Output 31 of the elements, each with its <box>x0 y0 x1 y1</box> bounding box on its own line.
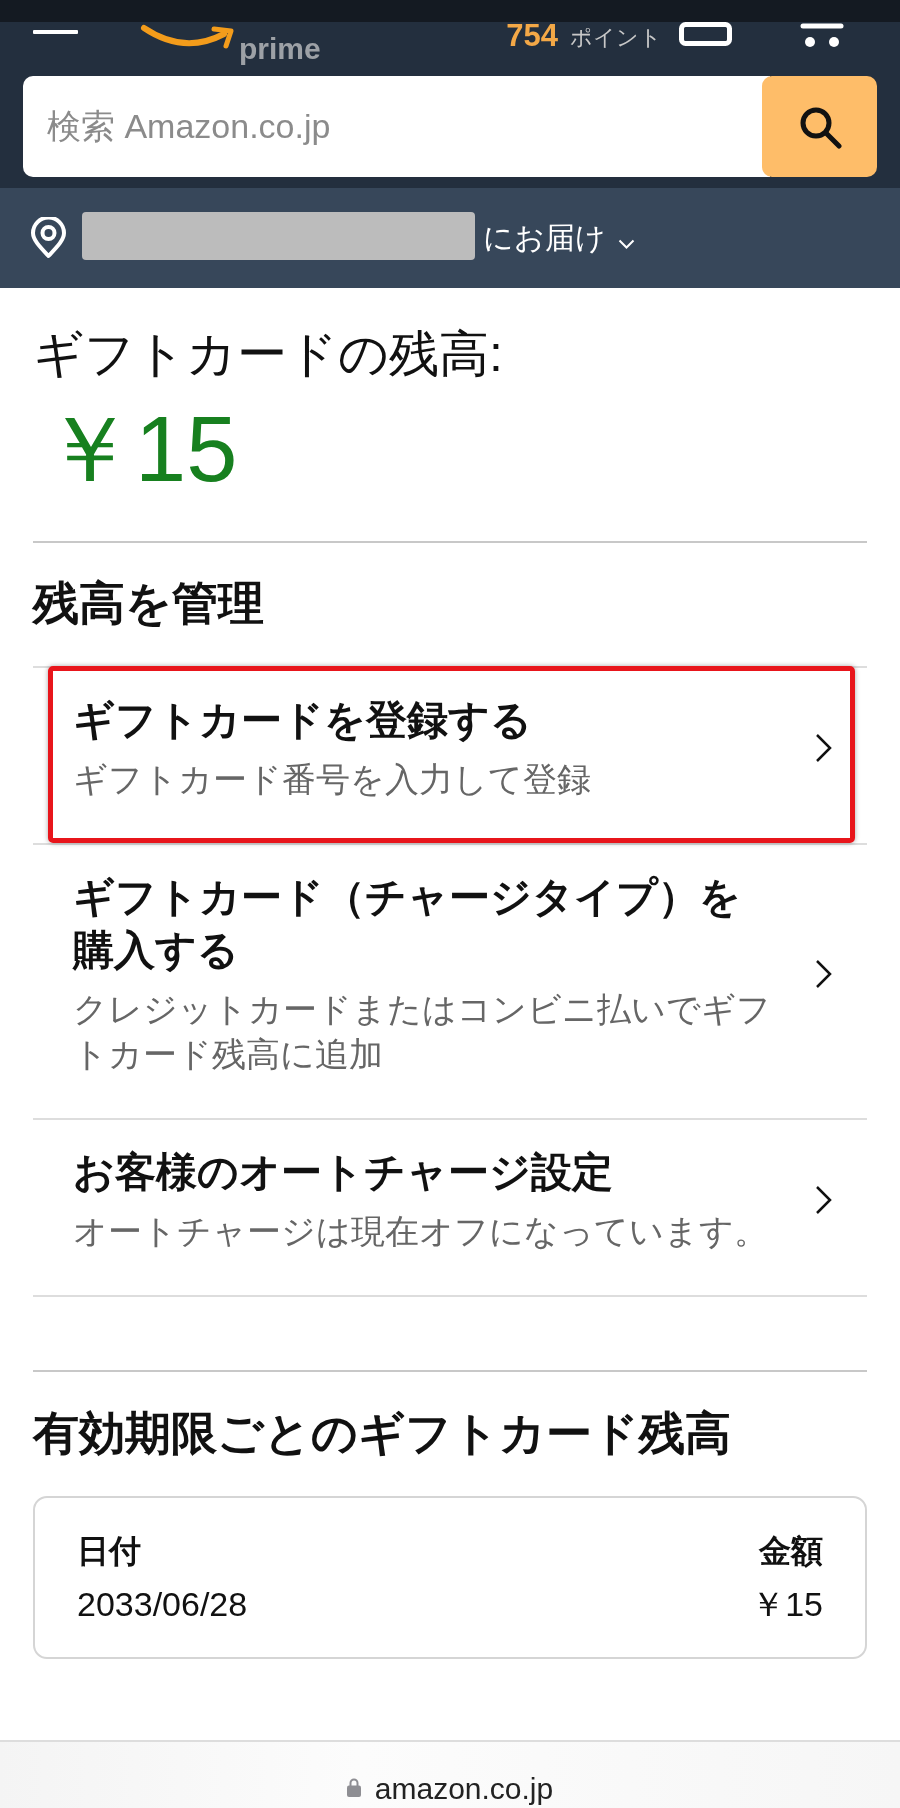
points-label[interactable]: ポイント <box>570 25 662 51</box>
cart-icon[interactable] <box>799 22 845 48</box>
item-title: ギフトカードを登録する <box>73 696 533 745</box>
item-subtitle: クレジットカードまたはコンビニ払いでギフトカード残高に追加 <box>73 989 772 1075</box>
item-subtitle: オートチャージは現在オフになっています。 <box>73 1211 769 1252</box>
chevron-right-icon <box>815 959 832 989</box>
chevron-right-icon <box>815 733 832 763</box>
search-field[interactable]: 検索 Amazon.co.jp <box>23 76 770 177</box>
caret-down-icon[interactable] <box>618 239 635 249</box>
location-pin-icon[interactable] <box>30 217 67 259</box>
item-title: お客様のオートチャージ設定 <box>73 1148 614 1197</box>
item-subtitle: ギフトカード番号を入力して登録 <box>73 759 592 800</box>
section-heading: 残高を管理 <box>33 576 265 631</box>
section-heading: 有効期限ごとのギフトカード残高 <box>33 1406 732 1461</box>
column-header: 日付 <box>77 1532 142 1571</box>
lock-icon <box>346 1777 361 1797</box>
chevron-right-icon <box>815 1185 832 1215</box>
item-title: ギフトカード（チャージタイプ）を購入する <box>73 873 742 975</box>
points-value[interactable]: 754 <box>506 22 558 50</box>
url-text[interactable]: amazon.co.jp <box>374 1771 554 1807</box>
balance-amount: ￥15 <box>42 399 239 499</box>
table-cell-text: ￥15 <box>751 1584 823 1625</box>
list-item[interactable]: ギフトカード（チャージタイプ）を購入する クレジットカードまたはコンビニ払いでギフトカード残高に追加 <box>48 843 855 1118</box>
table-cell-text: 2033/06/28 <box>77 1584 249 1625</box>
balance-title: ギフトカードの残高: <box>33 325 504 384</box>
list-item[interactable]: ギフトカードを登録する ギフトカード番号を入力して登録 <box>48 666 855 843</box>
column-header: 金額 <box>759 1532 823 1571</box>
list-item[interactable]: お客様のオートチャージ設定 オートチャージは現在オフになっています。 <box>48 1118 855 1295</box>
card-icon[interactable] <box>679 22 732 46</box>
deliver-to-label[interactable]: にお届け <box>483 217 606 259</box>
logo-text[interactable]: prime <box>239 34 321 64</box>
